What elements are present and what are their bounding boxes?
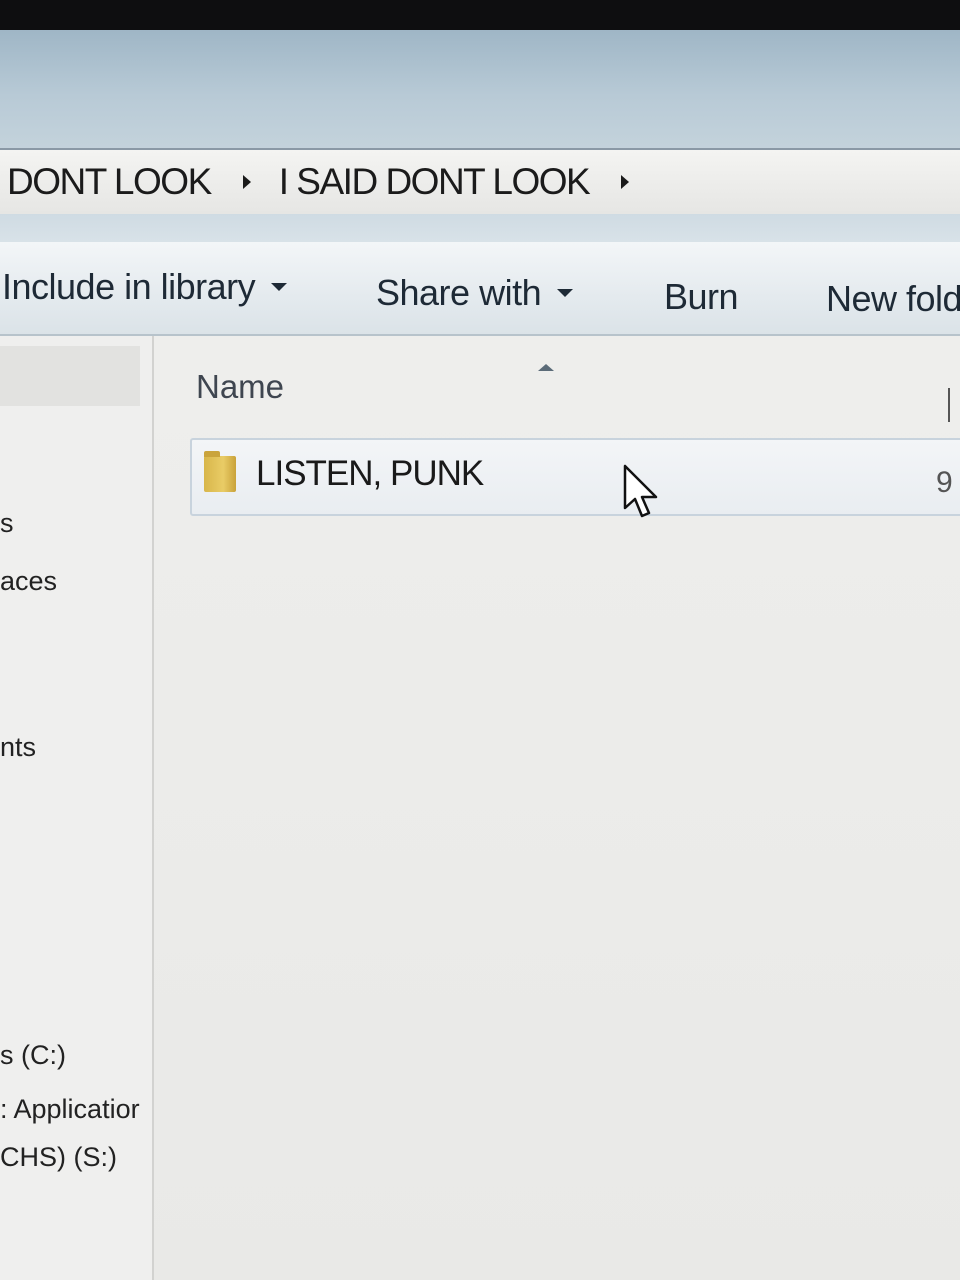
breadcrumb-item-i-said-dont-look[interactable]: I SAID DONT LOOK (279, 161, 591, 203)
breadcrumb-item-dont-look[interactable]: DONT LOOK (7, 161, 212, 203)
include-in-library-button[interactable]: Include in library (2, 266, 288, 308)
navigation-pane[interactable]: s aces nts s (C:) : Applicatior CHS) (S:… (0, 336, 154, 1280)
nav-item-applications[interactable]: : Applicatior (0, 1094, 140, 1125)
file-row[interactable]: LISTEN, PUNK 9 (190, 438, 960, 516)
include-in-library-label: Include in library (2, 266, 256, 307)
toolbar-separator (0, 214, 960, 242)
caret-down-icon (557, 289, 574, 297)
column-header-name[interactable]: Name (196, 368, 284, 406)
nav-pane-header (0, 346, 140, 406)
address-bar[interactable]: DONT LOOK I SAID DONT LOOK (0, 148, 960, 216)
sort-ascending-icon (538, 364, 554, 371)
window-title-bar (0, 30, 960, 150)
caret-down-icon (271, 283, 288, 291)
nav-item-documents[interactable]: nts (0, 732, 36, 763)
new-folder-label: New fold (826, 278, 960, 319)
burn-label: Burn (664, 276, 739, 317)
chevron-right-icon[interactable] (242, 175, 251, 189)
share-with-label: Share with (376, 272, 542, 313)
folder-icon (204, 451, 236, 492)
burn-button[interactable]: Burn (664, 276, 739, 318)
file-date-modified: 9 (936, 466, 953, 499)
mouse-pointer-icon (623, 464, 658, 518)
nav-item-drive-c[interactable]: s (C:) (0, 1040, 66, 1071)
file-list-pane[interactable]: Name LISTEN, PUNK 9 (154, 336, 960, 1280)
nav-item-places[interactable]: aces (0, 566, 57, 597)
file-name[interactable]: LISTEN, PUNK (256, 454, 484, 494)
nav-item-favorites[interactable]: s (0, 508, 14, 539)
chevron-right-icon[interactable] (621, 175, 630, 189)
share-with-button[interactable]: Share with (376, 272, 574, 314)
explorer-window: DONT LOOK I SAID DONT LOOK Include in li… (0, 30, 960, 1280)
nav-item-drive-s[interactable]: CHS) (S:) (0, 1142, 117, 1173)
new-folder-button[interactable]: New fold (826, 278, 960, 320)
command-toolbar: Include in library Share with Burn New f… (0, 242, 960, 336)
column-header-date[interactable] (948, 388, 960, 422)
